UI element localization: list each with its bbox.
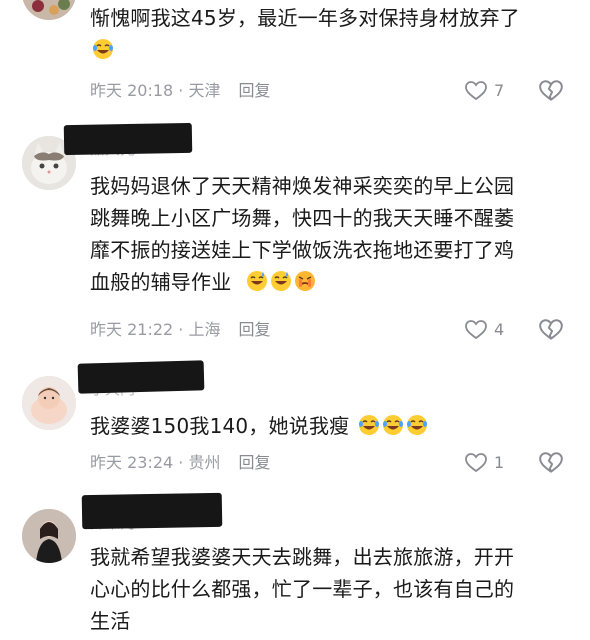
redaction-bar [63, 122, 193, 156]
comment-meta: 昨天 21:22 · 上海 回复 [90, 318, 270, 342]
avatar[interactable] [22, 376, 76, 430]
laughing-crying-emoji-icon [382, 413, 404, 435]
laughing-crying-emoji-icon [406, 413, 428, 435]
avatar[interactable] [22, 509, 76, 563]
like-count: 4 [494, 320, 505, 339]
like-count: 7 [494, 81, 505, 100]
avatar[interactable] [22, 0, 76, 20]
broken-heart-icon[interactable] [538, 450, 564, 476]
like-button[interactable]: 1 [464, 451, 504, 475]
laughing-crying-emoji-icon [92, 37, 114, 59]
reply-button[interactable]: 回复 [238, 453, 270, 472]
comment-text: 我就希望我婆婆天天去跳舞，出去旅旅游，开开 心心的比什么都强，忙了一辈子，也该有… [90, 545, 515, 633]
time-location: 昨天 20:18 · 天津 [90, 81, 221, 100]
like-button[interactable]: 7 [464, 79, 504, 103]
reply-button[interactable]: 回复 [238, 81, 270, 100]
time-location: 昨天 23:24 · 贵州 [90, 453, 221, 472]
reply-button[interactable]: 回复 [238, 320, 270, 339]
time-location: 昨天 21:22 · 上海 [90, 320, 221, 339]
laughing-sweat-emoji-icon [270, 269, 292, 291]
comment-meta: 昨天 23:24 · 贵州 回复 [90, 451, 270, 475]
heart-icon [465, 453, 487, 473]
comment-text: 我婆婆150我140，她说我瘦 [90, 410, 570, 442]
broken-heart-icon[interactable] [538, 78, 564, 104]
comment-text: 惭愧啊我这45岁，最近一年多对保持身材放弃了 [90, 2, 570, 66]
redaction-bar [77, 360, 205, 394]
heart-icon [465, 81, 487, 101]
laughing-crying-emoji-icon [358, 413, 380, 435]
laughing-sweat-emoji-icon [246, 269, 268, 291]
like-count: 1 [494, 453, 505, 472]
comment-text: 我妈妈退休了天天精神焕发神采奕奕的早上公园 跳舞晚上小区广场舞，快四十的我天天睡… [90, 174, 515, 294]
comment-meta: 昨天 20:18 · 天津 回复 [90, 79, 270, 103]
crying-emoji-icon [294, 269, 316, 291]
redaction-bar [81, 492, 223, 530]
heart-icon [465, 320, 487, 340]
broken-heart-icon[interactable] [538, 317, 564, 343]
like-button[interactable]: 4 [464, 318, 504, 342]
